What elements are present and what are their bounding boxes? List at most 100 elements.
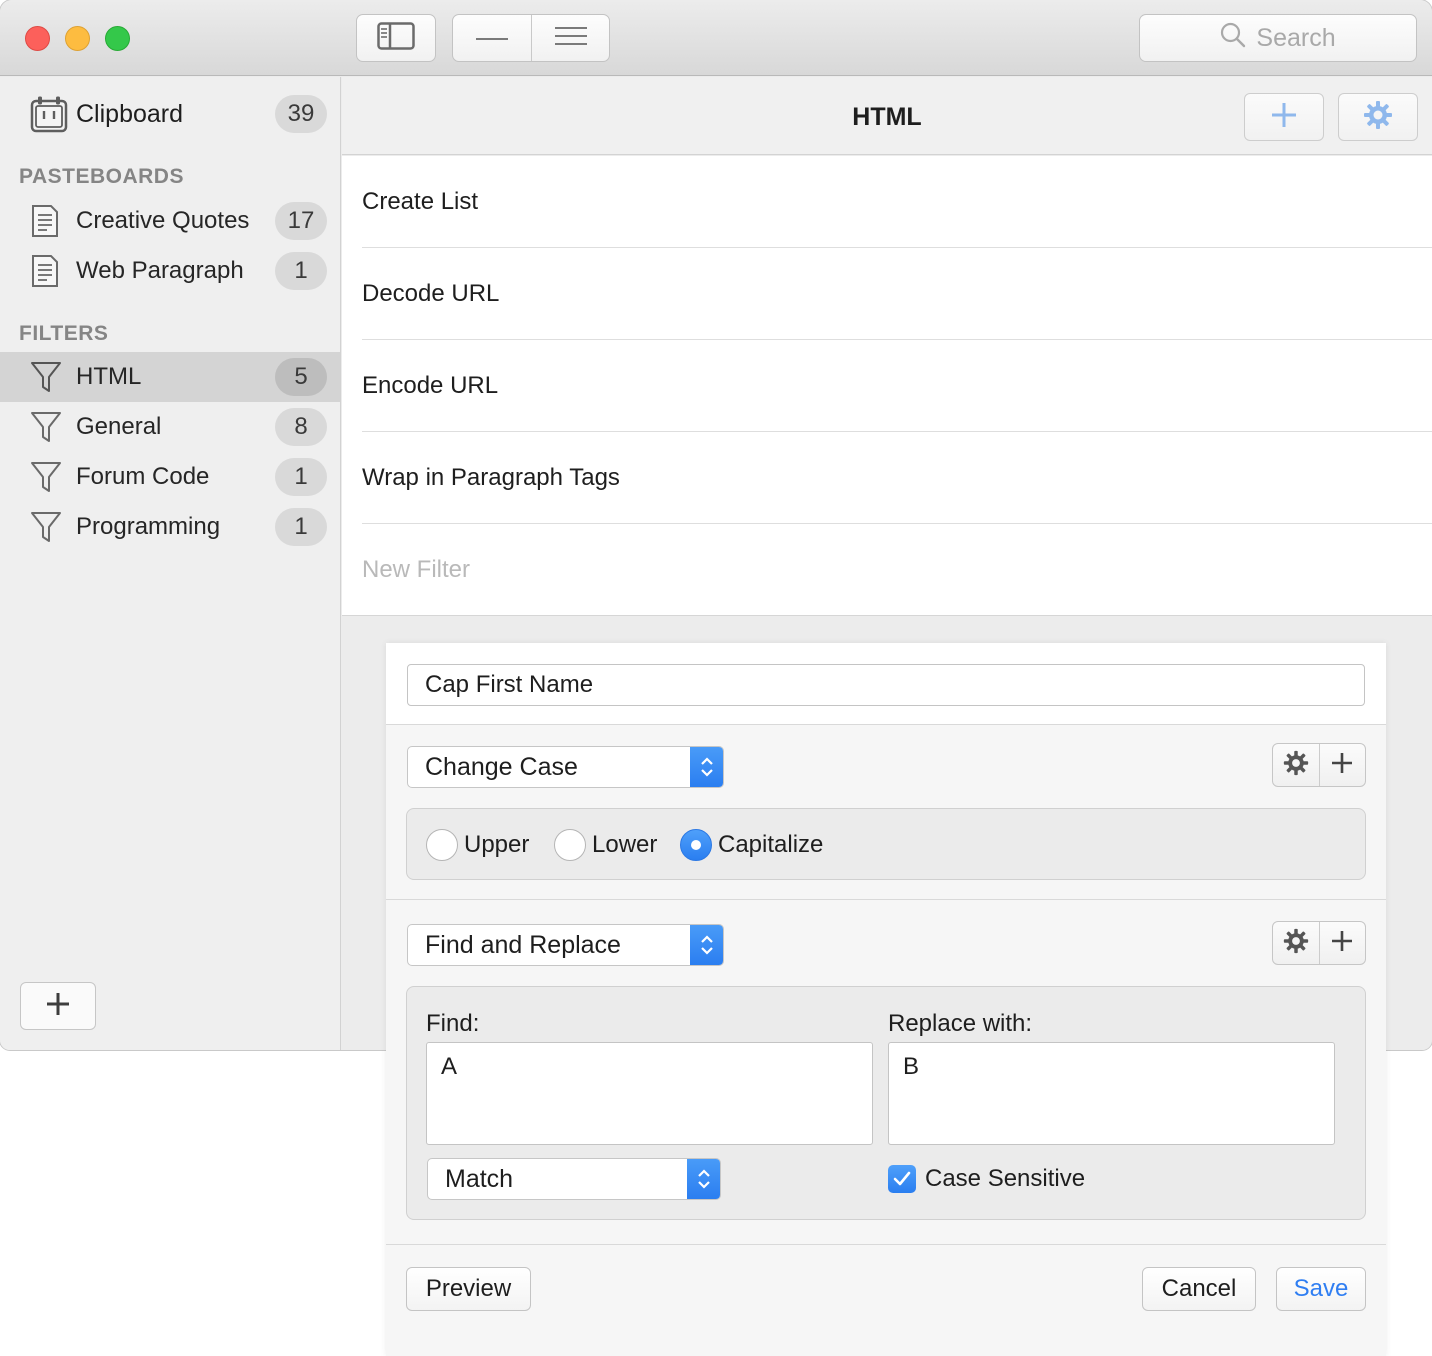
sidebar-item-label: Web Paragraph xyxy=(76,257,244,284)
radio-label: Lower xyxy=(592,831,658,858)
popup-value: Find and Replace xyxy=(425,930,621,959)
funnel-icon xyxy=(30,360,62,394)
compact-view-button[interactable] xyxy=(453,15,531,61)
search-field[interactable]: Search xyxy=(1139,14,1417,62)
gear-icon xyxy=(1283,928,1309,959)
up-down-arrows-icon xyxy=(690,925,723,965)
single-line-icon xyxy=(475,29,509,47)
radio-upper[interactable]: Upper xyxy=(426,829,529,861)
plus-icon xyxy=(1330,929,1354,958)
sidebar-item-forum-code[interactable]: Forum Code 1 xyxy=(0,452,340,502)
save-button[interactable]: Save xyxy=(1276,1267,1366,1311)
find-replace-options-box: Find: Replace with: A B Match Case Sensi… xyxy=(406,986,1366,1220)
divider xyxy=(386,1244,1386,1245)
divider xyxy=(386,899,1386,900)
title-bar: Search xyxy=(0,0,1432,76)
document-icon xyxy=(30,204,60,238)
list-item[interactable]: Create List xyxy=(362,156,1432,248)
funnel-icon xyxy=(30,460,62,494)
filter-editor-sheet: Cap First Name Change Case Upper Lower C… xyxy=(386,643,1386,1356)
gear-icon xyxy=(1283,750,1309,781)
count-badge: 1 xyxy=(275,508,327,546)
content-header: HTML xyxy=(342,77,1432,155)
checkmark-icon xyxy=(888,1165,916,1193)
radio-capitalize[interactable]: Capitalize xyxy=(680,829,823,861)
count-badge: 8 xyxy=(275,408,327,446)
sidebar-item-label: General xyxy=(76,413,162,440)
preview-button[interactable]: Preview xyxy=(406,1267,531,1311)
sidebar-item-label: HTML xyxy=(76,363,142,390)
sidebar-item-label: Creative Quotes xyxy=(76,207,250,234)
sidebar-item-general[interactable]: General 8 xyxy=(0,402,340,452)
plus-icon xyxy=(45,991,71,1022)
find-replace-step-controls xyxy=(1272,921,1366,965)
list-item[interactable]: Encode URL xyxy=(362,340,1432,432)
cancel-button[interactable]: Cancel xyxy=(1142,1267,1256,1311)
view-mode-control xyxy=(452,14,610,62)
up-down-arrows-icon xyxy=(690,747,723,787)
list-item[interactable]: Decode URL xyxy=(362,248,1432,340)
replace-input[interactable]: B xyxy=(888,1042,1335,1145)
sidebar-item-html[interactable]: HTML 5 xyxy=(0,352,340,402)
document-icon xyxy=(30,254,60,288)
filter-name-field[interactable]: Cap First Name xyxy=(407,664,1365,706)
radio-lower[interactable]: Lower xyxy=(554,829,657,861)
sidebar-item-programming[interactable]: Programming 1 xyxy=(0,502,340,552)
add-collection-button[interactable] xyxy=(20,982,96,1030)
change-case-popup[interactable]: Change Case xyxy=(407,746,724,788)
change-case-options-box: Upper Lower Capitalize xyxy=(406,808,1366,880)
sidebar-item-label: Clipboard xyxy=(76,99,184,128)
popup-value: Match xyxy=(445,1164,514,1193)
sidebar-icon xyxy=(377,21,415,55)
new-filter-placeholder[interactable]: New Filter xyxy=(362,524,1432,616)
sidebar-item-label: Forum Code xyxy=(76,463,210,490)
popup-value: Change Case xyxy=(425,752,578,781)
plus-icon xyxy=(1330,751,1354,780)
search-placeholder: Search xyxy=(1256,23,1336,52)
gear-icon xyxy=(1363,100,1393,135)
radio-label: Upper xyxy=(464,831,530,858)
case-sensitive-checkbox[interactable]: Case Sensitive xyxy=(888,1165,1085,1193)
checkbox-label: Case Sensitive xyxy=(925,1165,1086,1192)
filters-heading: FILTERS xyxy=(19,322,109,345)
sidebar-item-label: Programming xyxy=(76,513,221,540)
clipboard-icon xyxy=(30,95,68,133)
change-case-step-controls xyxy=(1272,743,1366,787)
find-input[interactable]: A xyxy=(426,1042,873,1145)
radio-button-selected xyxy=(680,829,712,861)
radio-button xyxy=(554,829,586,861)
step-settings-button[interactable] xyxy=(1273,922,1319,964)
minimize-window-button[interactable] xyxy=(65,26,90,51)
find-label: Find: xyxy=(426,1010,480,1037)
sidebar-item-creative-quotes[interactable]: Creative Quotes 17 xyxy=(0,196,340,246)
count-badge: 17 xyxy=(275,202,327,240)
funnel-icon xyxy=(30,410,62,444)
search-icon xyxy=(1220,22,1246,55)
sidebar-item-web-paragraph[interactable]: Web Paragraph 1 xyxy=(0,246,340,296)
plus-icon xyxy=(1270,101,1298,134)
find-replace-popup[interactable]: Find and Replace xyxy=(407,924,724,966)
step-settings-button[interactable] xyxy=(1273,744,1319,786)
close-window-button[interactable] xyxy=(25,26,50,51)
up-down-arrows-icon xyxy=(687,1159,720,1199)
funnel-icon xyxy=(30,510,62,544)
settings-button[interactable] xyxy=(1338,93,1418,141)
add-step-button[interactable] xyxy=(1318,744,1365,786)
maximize-window-button[interactable] xyxy=(105,26,130,51)
sidebar-item-clipboard[interactable]: Clipboard 39 xyxy=(0,89,340,139)
match-mode-popup[interactable]: Match xyxy=(427,1158,721,1200)
list-view-button[interactable] xyxy=(531,15,609,61)
add-filter-button[interactable] xyxy=(1244,93,1324,141)
add-step-button[interactable] xyxy=(1318,922,1365,964)
filter-list: Create List Decode URL Encode URL Wrap i… xyxy=(342,156,1432,616)
count-badge: 39 xyxy=(275,95,327,133)
radio-label: Capitalize xyxy=(718,831,824,858)
count-badge: 1 xyxy=(275,252,327,290)
count-badge: 5 xyxy=(275,358,327,396)
radio-button xyxy=(426,829,458,861)
sidebar: Clipboard 39 PASTEBOARDS Creative Quotes… xyxy=(0,77,341,1050)
list-item[interactable]: Wrap in Paragraph Tags xyxy=(362,432,1432,524)
toggle-sidebar-button[interactable] xyxy=(356,14,436,62)
list-lines-icon xyxy=(554,26,588,51)
divider xyxy=(386,724,1386,725)
